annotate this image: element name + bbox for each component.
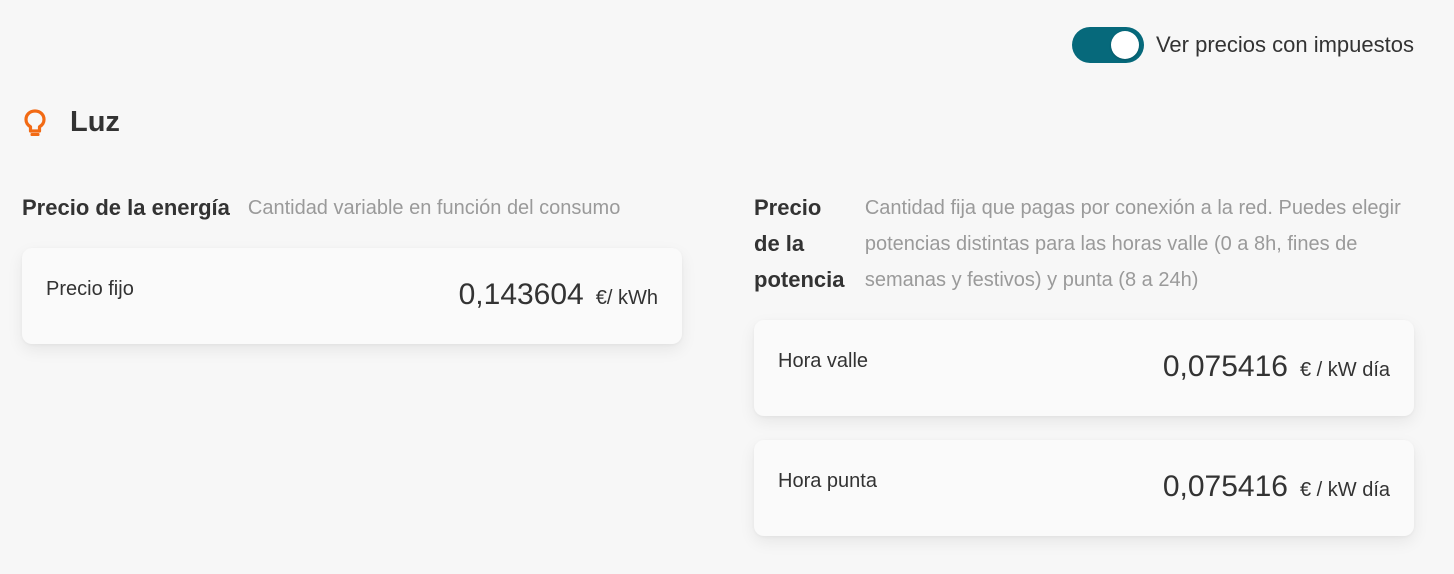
energy-header: Precio de la energía Cantidad variable e… [22,190,682,226]
page: Ver precios con impuestos Luz Precio de … [0,0,1454,574]
power-description: Cantidad fija que pagas por conexión a l… [864,197,1401,291]
card-label: Hora punta [778,470,877,492]
power-header: Precio de la potencia Cantidad fija que … [754,190,1414,298]
energy-title: Precio de la energía [22,195,230,220]
toggle-knob [1110,31,1139,59]
lightbulb-icon [22,108,48,138]
card-unit: €/ kWh [595,287,658,309]
power-price-section: Precio de la potencia Cantidad fija que … [754,190,1414,536]
off-peak-card: Hora valle 0,075416 € / kW día [754,320,1414,416]
card-label: Precio fijo [46,278,134,300]
tax-toggle-switch[interactable] [1071,27,1144,63]
tax-toggle-row[interactable]: Ver precios con impuestos [1071,27,1414,63]
energy-price-section: Precio de la energía Cantidad variable e… [22,190,682,344]
energy-description: Cantidad variable en función del consumo [247,197,621,219]
card-value: 0,075416 [1162,470,1288,503]
card-unit: € / kW día [1299,479,1390,501]
card-unit: € / kW día [1299,359,1390,381]
card-value: 0,143604 [458,278,584,311]
section-title: Luz [70,106,120,138]
card-value-group: 0,075416 € / kW día [1163,350,1390,384]
card-value-group: 0,143604 €/ kWh [459,278,658,312]
card-label: Hora valle [778,350,869,372]
tax-toggle-label[interactable]: Ver precios con impuestos [1156,32,1414,58]
card-value-group: 0,075416 € / kW día [1163,470,1390,504]
section-header: Luz [22,106,120,139]
power-title: Precio de la potencia [754,195,845,292]
fixed-price-card: Precio fijo 0,143604 €/ kWh [22,248,682,344]
peak-card: Hora punta 0,075416 € / kW día [754,440,1414,536]
card-value: 0,075416 [1162,350,1288,383]
